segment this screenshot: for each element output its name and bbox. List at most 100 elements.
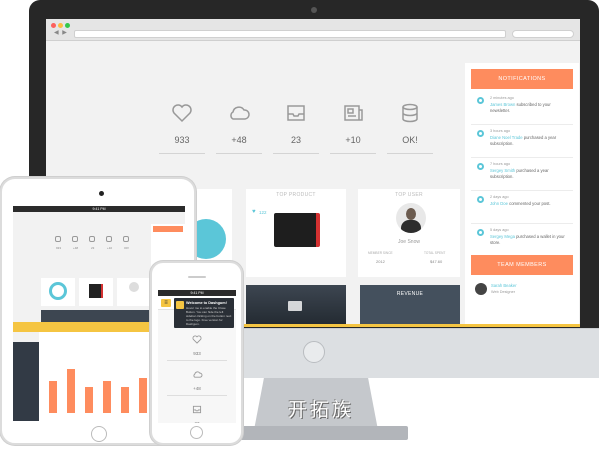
database-icon [402, 103, 418, 123]
popup-title: Welcome to Dashgum! [186, 301, 227, 305]
stat-divider [273, 153, 319, 154]
notification-message: commented your post. [509, 201, 551, 206]
monitor-camera [311, 7, 317, 13]
avatar-head [406, 208, 416, 220]
heart-icon[interactable]: ♥ [252, 209, 256, 215]
clock-icon [477, 229, 484, 236]
cloud-icon [192, 371, 202, 378]
tablet-status-bar: 9:41 PM [13, 206, 185, 212]
card-top-product: TOP PRODUCT ♥ 122 [246, 189, 346, 277]
stat-value: OK! [124, 246, 130, 250]
browser-toolbar: ◀ ▶ [46, 19, 580, 41]
chart-bar [139, 378, 147, 413]
stat-divider [387, 153, 433, 154]
stat-divider [216, 153, 262, 154]
minimize-window-button[interactable] [58, 23, 63, 28]
camera-icon [288, 301, 302, 311]
notification-time: 5 days ago [490, 228, 509, 232]
stat-divider [167, 395, 227, 396]
tablet-camera [99, 191, 104, 196]
close-window-button[interactable] [51, 23, 56, 28]
phone-stat: 933 [158, 331, 236, 361]
heart-icon [55, 236, 61, 242]
inbox-icon [89, 236, 95, 242]
tablet-card [117, 278, 151, 306]
notification-item[interactable]: 2 days ago John Doe commented your post. [471, 192, 573, 224]
user-stat-value: 2012 [376, 259, 385, 264]
stat-value: +48 [231, 135, 247, 145]
team-members-header: TEAM MEMBERS [471, 255, 573, 275]
menu-icon[interactable]: ≡ [161, 299, 171, 307]
chart-bar [49, 381, 57, 413]
notification-user[interactable]: Sergey Mega [490, 234, 515, 239]
tablet-avatar [129, 282, 139, 292]
user-stat-label: TOTAL SPENT [424, 251, 446, 255]
tablet-home-button[interactable] [91, 426, 107, 442]
tablet-sidebar[interactable] [13, 342, 39, 421]
phone-device: 9:41 PM ≡ Welcome to Dashgum! Hover me t… [150, 261, 243, 445]
notification-item[interactable]: 5 days ago Sergey Mega purchased a walle… [471, 225, 573, 257]
avatar [396, 203, 426, 233]
newspaper-icon [106, 236, 112, 242]
clock-icon [477, 97, 484, 104]
stat-divider [330, 153, 376, 154]
user-stat-value: $47.60 [430, 259, 443, 264]
stat-newspaper: +10 [327, 103, 379, 154]
notification-time: 2 minutes ago [490, 96, 514, 100]
tablet-donut [49, 282, 67, 300]
database-icon [123, 236, 129, 242]
phone-screen: 9:41 PM ≡ Welcome to Dashgum! Hover me t… [158, 290, 236, 423]
notification-item[interactable]: 2 minutes ago James Brown subscribed to … [471, 93, 573, 125]
maximize-window-button[interactable] [65, 23, 70, 28]
browser-search-input[interactable] [512, 30, 574, 38]
watermark: 开拓族 [287, 399, 354, 421]
monitor-stand-base [226, 426, 408, 440]
tablet-card [41, 278, 75, 306]
team-member-role: Web Designer [491, 290, 515, 294]
stat-value: 933 [174, 135, 190, 145]
clock-icon [477, 196, 484, 203]
notification-user[interactable]: Diane Noel Trade [490, 135, 523, 140]
notification-time: 7 hours ago [490, 162, 511, 166]
stat-cloud: +48 [213, 103, 265, 154]
chart-bar [85, 387, 93, 413]
tablet-product-image [89, 284, 103, 298]
notifications-header: NOTIFICATIONS [471, 69, 573, 89]
tablet-card [79, 278, 113, 306]
notification-text: John Doe commented your post. [490, 201, 570, 207]
notification-text: Sergey Mega purchased a wallet in your s… [490, 234, 570, 246]
clock-icon [477, 130, 484, 137]
notification-item[interactable]: 3 hours ago Diane Noel Trade purchased a… [471, 126, 573, 158]
notification-user[interactable]: James Brown [490, 102, 515, 107]
clock-icon [477, 163, 484, 170]
stat-inbox: 23 [270, 103, 322, 154]
stat-heart: 933 [156, 103, 208, 154]
chart-bar [103, 381, 111, 413]
team-member-name[interactable]: Sarah Beaker [491, 283, 517, 288]
notification-time: 2 days ago [490, 195, 509, 199]
notification-item[interactable]: 7 hours ago Sergey Smith purchased a yea… [471, 159, 573, 191]
stat-value: OK! [402, 135, 418, 145]
stat-value: 23 [91, 246, 95, 250]
inbox-icon [192, 405, 202, 414]
stat-value: +10 [107, 246, 113, 250]
notification-user[interactable]: Sergey Smith [490, 168, 515, 173]
phone-stat: +48 [158, 366, 236, 396]
tablet-notifications-header [153, 226, 183, 232]
notification-user[interactable]: John Doe [490, 201, 508, 206]
address-input[interactable] [74, 30, 506, 38]
back-forward-icon[interactable]: ◀ ▶ [54, 29, 68, 36]
top-user-name: Joe Snow [398, 239, 420, 245]
welcome-popup[interactable]: Welcome to Dashgum! Hover me to enable t… [174, 298, 234, 328]
monitor-logo [303, 341, 325, 363]
user-stat-label: MEMBER SINCE [368, 251, 393, 255]
phone-home-button[interactable] [190, 426, 203, 439]
tablet-photo-row [41, 310, 151, 322]
stat-value: +48 [73, 246, 79, 250]
inbox-icon [287, 105, 305, 121]
revenue-panel: REVENUE [360, 285, 460, 327]
stat-value: 933 [56, 246, 62, 250]
card-title: TOP PRODUCT [276, 192, 316, 198]
stat-value: 23 [158, 421, 236, 423]
stat-value: +48 [193, 386, 201, 391]
